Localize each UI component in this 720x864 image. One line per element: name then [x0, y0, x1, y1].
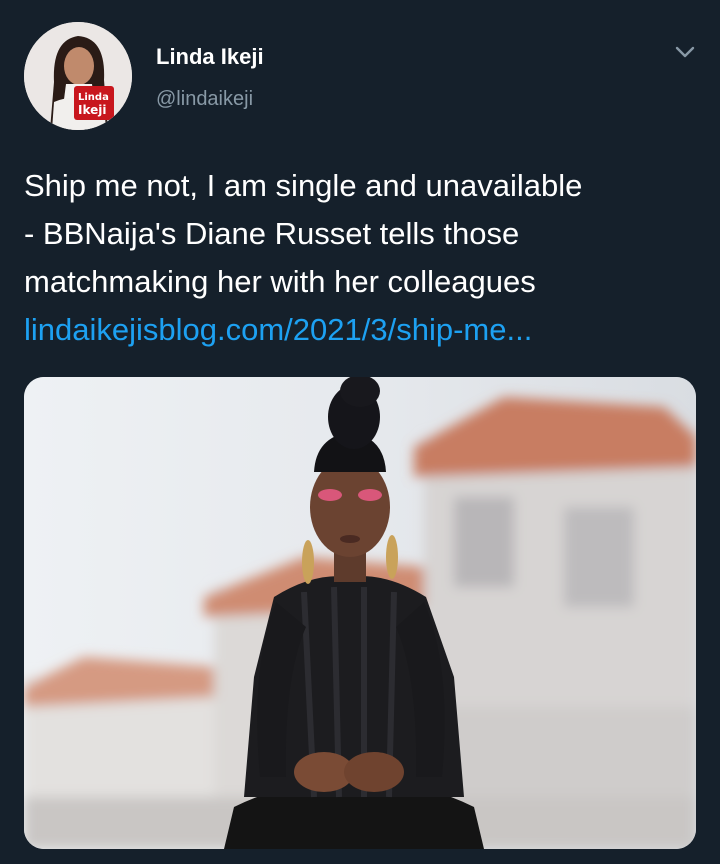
author-name[interactable]: Linda Ikeji: [156, 44, 264, 70]
article-link[interactable]: lindaikejisblog.com/2021/3/ship-me...: [24, 306, 696, 354]
tweet-image[interactable]: [24, 377, 696, 849]
tweet-text-line: matchmaking her with her colleagues: [24, 264, 536, 299]
author-handle[interactable]: @lindaikeji: [156, 88, 253, 111]
avatar-badge-line2: Ikeji: [78, 103, 107, 117]
chevron-down-icon[interactable]: [674, 44, 696, 60]
avatar[interactable]: Linda Ikeji: [24, 22, 132, 130]
tweet-text-line: - BBNaija's Diane Russet tells those: [24, 216, 520, 251]
tweet-text: Ship me not, I am single and unavailable…: [24, 162, 696, 354]
tweet-header: Linda Ikeji Linda Ikeji @lindaikeji: [24, 22, 700, 134]
avatar-badge-line1: Linda: [78, 92, 109, 103]
tweet-text-line: Ship me not, I am single and unavailable: [24, 168, 583, 203]
